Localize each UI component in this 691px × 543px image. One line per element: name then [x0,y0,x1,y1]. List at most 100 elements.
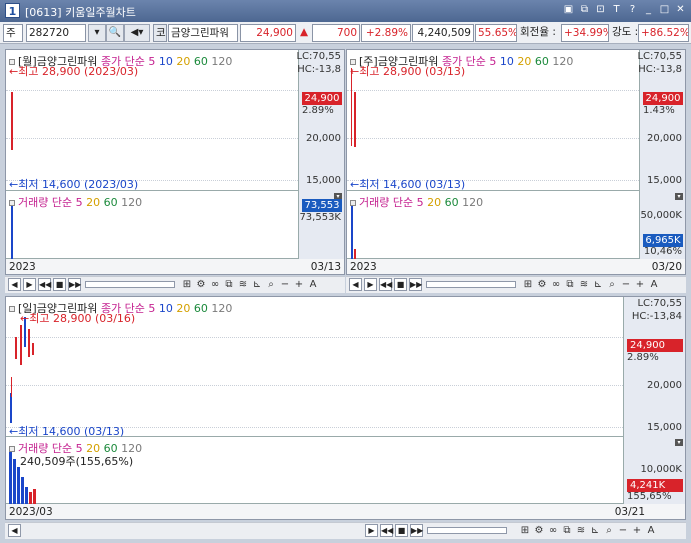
copy-icon[interactable]: ⧉ [578,3,591,17]
candle-wick [351,68,352,146]
window-icon[interactable]: ⧉ [223,277,235,292]
minus-icon[interactable]: − [620,277,632,292]
plus-icon[interactable]: + [634,277,646,292]
lc-label: LC:70,55 [296,51,341,62]
window-icon[interactable]: ⧉ [564,277,576,292]
code-input[interactable]: 282720 [26,24,86,42]
zoom-icon[interactable]: ⌕ [606,277,618,292]
ma-60: 60 [193,302,208,315]
window-title: [0613] 키움일주월차트 [25,4,136,20]
speaker-icon[interactable]: ◀▾ [124,24,150,42]
grid-icon[interactable]: ⊞ [519,523,531,538]
price-change: 700 [312,24,360,42]
scroll-slider[interactable] [426,281,516,288]
candle [354,92,356,147]
code-dropdown-button[interactable]: ▾ [88,24,106,42]
line-icon[interactable]: ≋ [575,523,587,538]
font-icon[interactable]: A [307,277,319,292]
minus-icon[interactable]: − [279,277,291,292]
monthly-volume-area[interactable]: 거래량 단순 5 20 60 120 [6,191,298,259]
monthly-controls: ◀ ▶ ◀◀ ■ ▶▶ ⊞ ⚙ ∞ ⧉ ≋ ⊾ ⌕ − + A [5,276,345,293]
share-icon[interactable]: ∞ [550,277,562,292]
scroll-slider[interactable] [85,281,175,288]
prev-icon[interactable]: ◀ [349,278,362,291]
volume-bar [33,489,36,504]
up-triangle-icon: ▲ [300,26,309,38]
ma-10: 10 [158,55,173,68]
ma-10: 10 [499,55,514,68]
share-icon[interactable]: ∞ [547,523,559,538]
scroll-slider[interactable] [427,527,507,534]
candle [20,325,22,365]
rewind-icon[interactable]: ◀◀ [38,278,51,291]
play-icon[interactable]: ▶ [365,524,378,537]
weekly-price-axis: LC:70,55 HC:-13,8 24,900 1.43% 20,000 15… [637,50,685,191]
grid-icon[interactable]: ⊞ [181,277,193,292]
daily-volume-axis: ▾ 10,000K 4,241K 155,65% [623,437,685,504]
forward-icon[interactable]: ▶▶ [409,278,422,291]
weekly-chart-pane[interactable]: [주]금양그린파워 종가 단순 5 10 20 60 120 ←최고 28,90… [346,49,686,275]
plus-icon[interactable]: + [631,523,643,538]
plus-icon[interactable]: + [293,277,305,292]
weekly-volume-area[interactable]: 거래량 단순 5 20 60 120 [347,191,639,259]
font-icon[interactable]: A [648,277,660,292]
minimize-icon[interactable]: _ [642,3,655,17]
line-icon[interactable]: ≋ [578,277,590,292]
gear-icon[interactable]: ⚙ [195,277,207,292]
vol-tick: 10,000K [640,464,682,475]
stop-icon[interactable]: ■ [394,278,407,291]
close-icon[interactable]: ✕ [674,3,687,17]
stop-icon[interactable]: ■ [395,524,408,537]
candle [15,337,17,359]
daily-date-bar: 2023/03 03/21 [6,504,685,519]
rate-text: 1.43% [643,105,675,116]
daily-price-area[interactable]: [일]금양그린파워 종가 단순 5 10 20 60 120 ←최고 28,90… [6,297,623,438]
volume-bar [25,487,28,504]
search-icon[interactable]: 🔍 [106,24,124,42]
tool-icon[interactable]: ⊾ [592,277,604,292]
vol-ma-120: 120 [121,196,143,209]
prev-icon[interactable]: ◀ [8,524,21,537]
font-icon[interactable]: A [645,523,657,538]
prev-icon[interactable]: ◀ [8,278,21,291]
monthly-chart-pane[interactable]: [월]금양그린파워 종가 단순 5 10 20 60 120 ←최고 28,90… [5,49,345,275]
forward-icon[interactable]: ▶▶ [410,524,423,537]
weekly-price-area[interactable]: [주]금양그린파워 종가 단순 5 10 20 60 120 ←최고 28,90… [347,50,639,191]
window-icon[interactable]: ⧉ [561,523,573,538]
play-icon[interactable]: ▶ [23,278,36,291]
volume-bar [9,451,12,504]
rewind-icon[interactable]: ◀◀ [380,524,393,537]
lc-label: LC:70,55 [637,298,682,309]
monthly-price-area[interactable]: [월]금양그린파워 종가 단순 5 10 20 60 120 ←최고 28,90… [6,50,298,191]
help-icon[interactable]: ? [626,3,639,17]
tool-icon[interactable]: ⊾ [251,277,263,292]
market-select[interactable]: 주 [3,24,23,42]
link-icon[interactable]: ⊡ [594,3,607,17]
weekly-volume-axis: ▾ 50,000K 6,965K 10,46% [639,191,685,259]
tool-icon[interactable]: ⊾ [589,523,601,538]
play-icon[interactable]: ▶ [364,278,377,291]
share-icon[interactable]: ∞ [209,277,221,292]
layout-icon[interactable]: ▣ [562,3,575,17]
forward-icon[interactable]: ▶▶ [68,278,81,291]
weekly-vol-legend: 거래량 단순 5 20 60 120 [350,194,483,210]
collapse-icon[interactable]: ▾ [675,439,683,446]
stop-icon[interactable]: ■ [53,278,66,291]
rate-text: 2.89% [627,352,659,363]
maximize-icon[interactable]: □ [658,3,671,17]
rewind-icon[interactable]: ◀◀ [379,278,392,291]
gear-icon[interactable]: ⚙ [533,523,545,538]
price-box: 24,900 [643,92,683,105]
daily-volume-area[interactable]: 거래량 단순 5 20 60 120 240,509주(155,65%) [6,437,623,504]
gear-icon[interactable]: ⚙ [536,277,548,292]
zoom-icon[interactable]: ⌕ [603,523,615,538]
line-icon[interactable]: ≋ [237,277,249,292]
minus-icon[interactable]: − [617,523,629,538]
volume: 4,240,509 [412,24,474,42]
zoom-icon[interactable]: ⌕ [265,277,277,292]
collapse-icon[interactable]: ▾ [675,193,683,200]
text-icon[interactable]: T [610,3,623,17]
monthly-price-axis: LC:70,55 HC:-13,8 24,900 2.89% 20,000 15… [296,50,344,191]
grid-icon[interactable]: ⊞ [522,277,534,292]
daily-chart-pane[interactable]: [일]금양그린파워 종가 단순 5 10 20 60 120 ←최고 28,90… [5,296,686,520]
